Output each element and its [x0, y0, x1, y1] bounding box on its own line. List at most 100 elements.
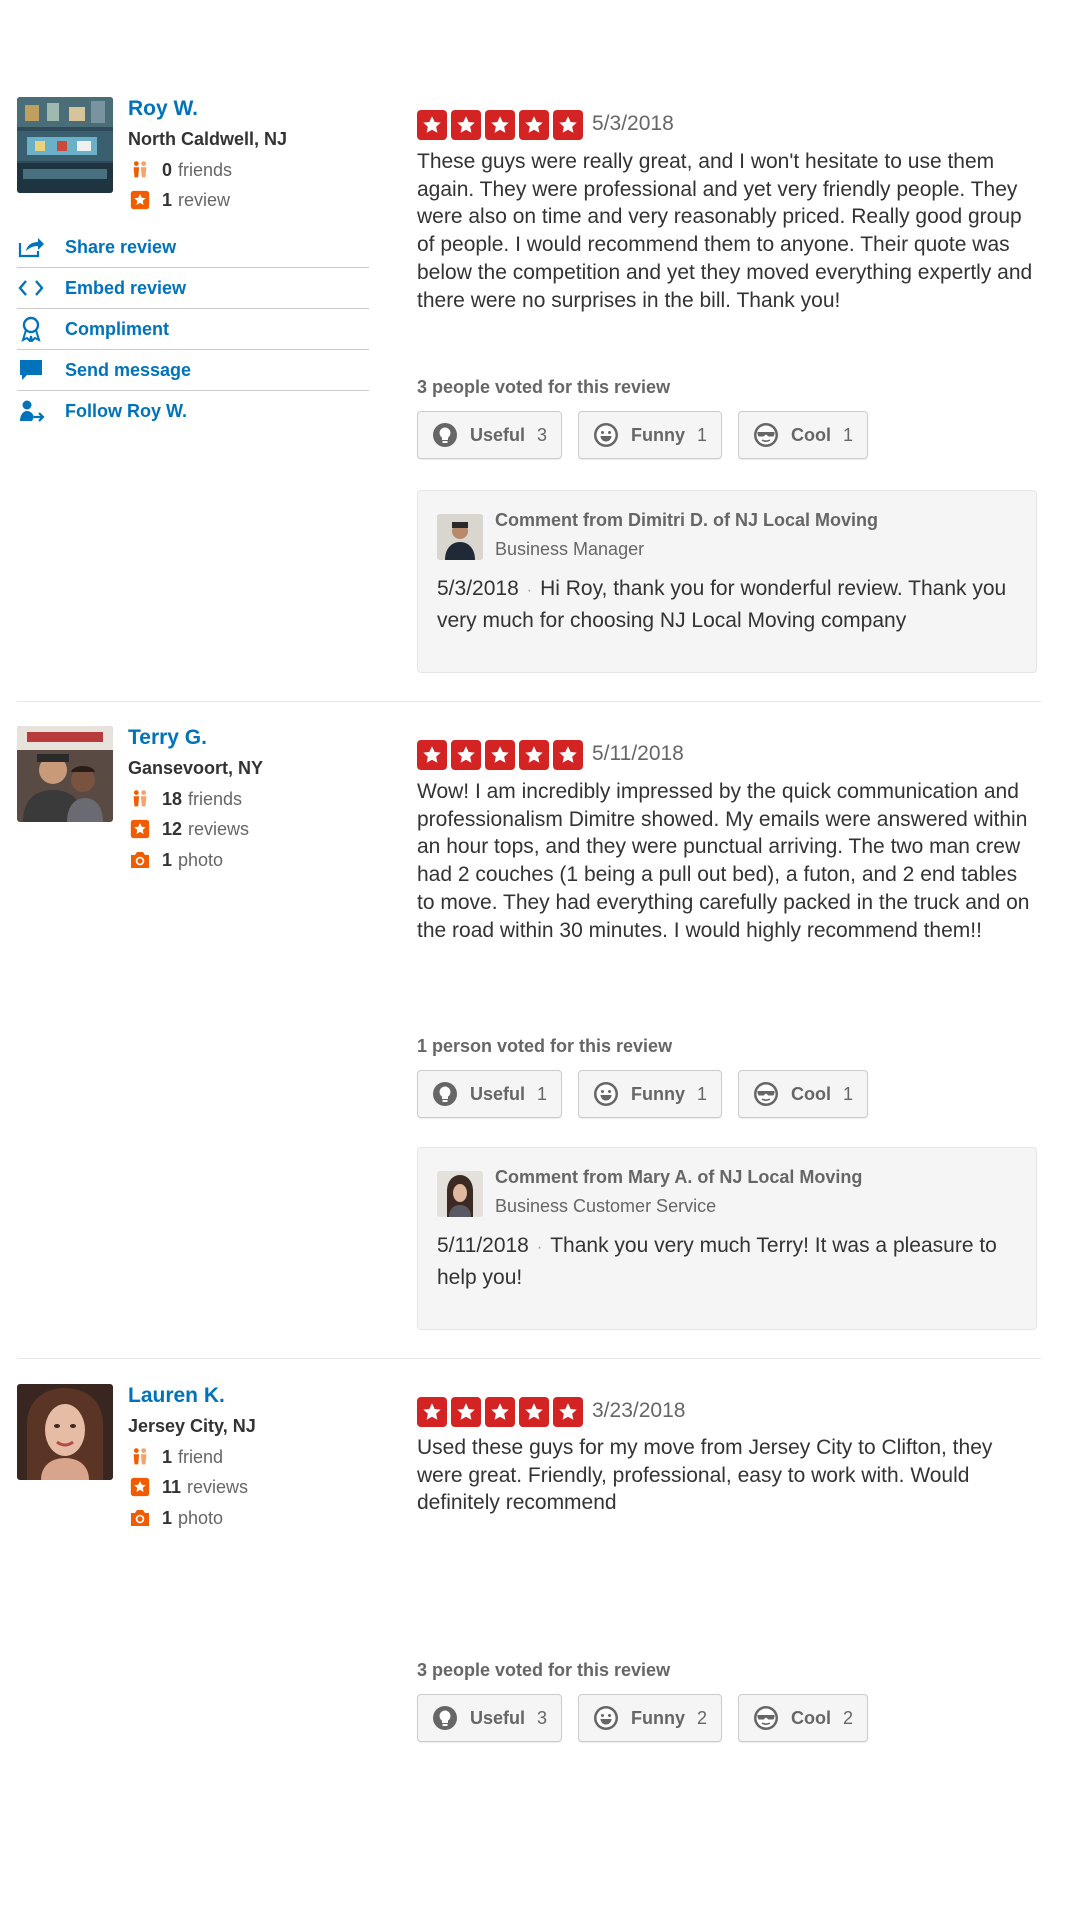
vote-buttons: Useful 3 Funny 2 Cool 2	[417, 1694, 869, 1742]
votes-summary: 3 people voted for this review	[417, 1660, 671, 1680]
user-name[interactable]: Terry G.	[128, 726, 207, 750]
rating-stars	[417, 740, 583, 770]
star-icon	[417, 1397, 447, 1427]
comment-body: 5/3/2018 · Hi Roy, thank you for wonderful…	[437, 574, 1022, 636]
comment-date: 5/3/2018	[437, 577, 519, 600]
user-name[interactable]: Lauren K.	[128, 1384, 225, 1408]
review-star-icon	[128, 1475, 152, 1499]
compliment-button[interactable]: Compliment	[17, 309, 369, 350]
camera-icon	[128, 1506, 152, 1530]
vote-buttons: Useful 3 Funny 1 Cool 1	[417, 411, 869, 459]
user-name[interactable]: Roy W.	[128, 97, 198, 121]
comment-text: Hi Roy, thank you for wonderful review. …	[437, 577, 1007, 632]
cool-button[interactable]: Cool 2	[738, 1694, 869, 1742]
sunglasses-icon	[753, 422, 779, 448]
follow-user-button[interactable]: Follow Roy W.	[17, 391, 369, 432]
review-text: Used these guys for my move from Jersey …	[417, 1436, 993, 1515]
reviews-count: 12 reviews	[128, 816, 249, 842]
star-icon	[519, 740, 549, 770]
speech-bubble-icon	[17, 358, 65, 382]
comment-author: Comment from Mary A. of NJ Local Moving	[495, 1167, 863, 1187]
comment-body: 5/11/2018 · Thank you very much Terry! It …	[437, 1231, 1022, 1293]
embed-review-button[interactable]: Embed review	[17, 268, 369, 309]
lightbulb-icon	[432, 422, 458, 448]
friends-icon	[128, 1445, 152, 1469]
user-location: North Caldwell, NJ	[128, 129, 288, 149]
review-text: These guys were really great, and I won'…	[417, 150, 1033, 312]
send-message-button[interactable]: Send message	[17, 350, 369, 391]
star-icon	[519, 1397, 549, 1427]
business-avatar[interactable]	[437, 514, 483, 560]
follow-user-icon	[17, 399, 65, 425]
cool-button[interactable]: Cool 1	[738, 411, 869, 459]
star-icon	[485, 110, 515, 140]
smiley-icon	[593, 422, 619, 448]
review-divider	[17, 701, 1041, 702]
award-ribbon-icon	[17, 316, 65, 342]
review-date: 3/23/2018	[592, 1399, 686, 1422]
user-avatar[interactable]	[17, 1384, 113, 1480]
review-date: 5/3/2018	[592, 112, 674, 135]
star-icon	[553, 110, 583, 140]
star-icon	[451, 740, 481, 770]
user-location: Jersey City, NJ	[128, 1416, 256, 1436]
review-divider	[17, 1358, 1041, 1359]
separator-dot: ·	[526, 582, 533, 599]
sunglasses-icon	[753, 1705, 779, 1731]
friends-count: 0 friends	[128, 157, 232, 183]
review-date: 5/11/2018	[592, 742, 684, 765]
rating-stars	[417, 1397, 583, 1427]
funny-button[interactable]: Funny 2	[578, 1694, 723, 1742]
user-location: Gansevoort, NY	[128, 758, 264, 778]
star-icon	[485, 1397, 515, 1427]
smiley-icon	[593, 1081, 619, 1107]
star-icon	[417, 110, 447, 140]
comment-date: 5/11/2018	[437, 1234, 529, 1257]
funny-button[interactable]: Funny 1	[578, 1070, 723, 1118]
star-icon	[451, 1397, 481, 1427]
reviews-count: 11 reviews	[128, 1474, 248, 1500]
review-actions: Share review Embed review Compliment Sen…	[17, 227, 369, 432]
votes-summary: 1 person voted for this review	[417, 1036, 673, 1056]
business-avatar[interactable]	[437, 1171, 483, 1217]
comment-role: Business Manager	[495, 539, 645, 559]
share-review-button[interactable]: Share review	[17, 227, 369, 268]
photos-count: 1 photo	[128, 1505, 223, 1531]
star-icon	[417, 740, 447, 770]
star-icon	[553, 740, 583, 770]
camera-icon	[128, 848, 152, 872]
useful-button[interactable]: Useful 3	[417, 1694, 563, 1742]
useful-button[interactable]: Useful 1	[417, 1070, 563, 1118]
rating-stars	[417, 110, 583, 140]
funny-button[interactable]: Funny 1	[578, 411, 723, 459]
business-comment: Comment from Dimitri D. of NJ Local Movi…	[417, 490, 1037, 673]
code-icon	[17, 276, 65, 300]
cool-button[interactable]: Cool 1	[738, 1070, 869, 1118]
friends-icon	[128, 787, 152, 811]
vote-buttons: Useful 1 Funny 1 Cool 1	[417, 1070, 869, 1118]
sunglasses-icon	[753, 1081, 779, 1107]
reviews-count: 1 review	[128, 187, 230, 213]
business-comment: Comment from Mary A. of NJ Local Moving …	[417, 1147, 1037, 1330]
lightbulb-icon	[432, 1705, 458, 1731]
star-icon	[519, 110, 549, 140]
smiley-icon	[593, 1705, 619, 1731]
user-avatar[interactable]	[17, 97, 113, 193]
star-icon	[553, 1397, 583, 1427]
comment-role: Business Customer Service	[495, 1196, 717, 1216]
photos-count: 1 photo	[128, 847, 223, 873]
useful-button[interactable]: Useful 3	[417, 411, 563, 459]
lightbulb-icon	[432, 1081, 458, 1107]
review-star-icon	[128, 188, 152, 212]
votes-summary: 3 people voted for this review	[417, 377, 671, 397]
review-star-icon	[128, 817, 152, 841]
friends-count: 1 friend	[128, 1444, 223, 1470]
star-icon	[451, 110, 481, 140]
friends-count: 18 friends	[128, 786, 242, 812]
separator-dot: ·	[536, 1239, 543, 1256]
star-icon	[485, 740, 515, 770]
friends-icon	[128, 158, 152, 182]
user-avatar[interactable]	[17, 726, 113, 822]
review-text: Wow! I am incredibly impressed by the qu…	[417, 780, 1030, 942]
share-icon	[17, 235, 65, 259]
